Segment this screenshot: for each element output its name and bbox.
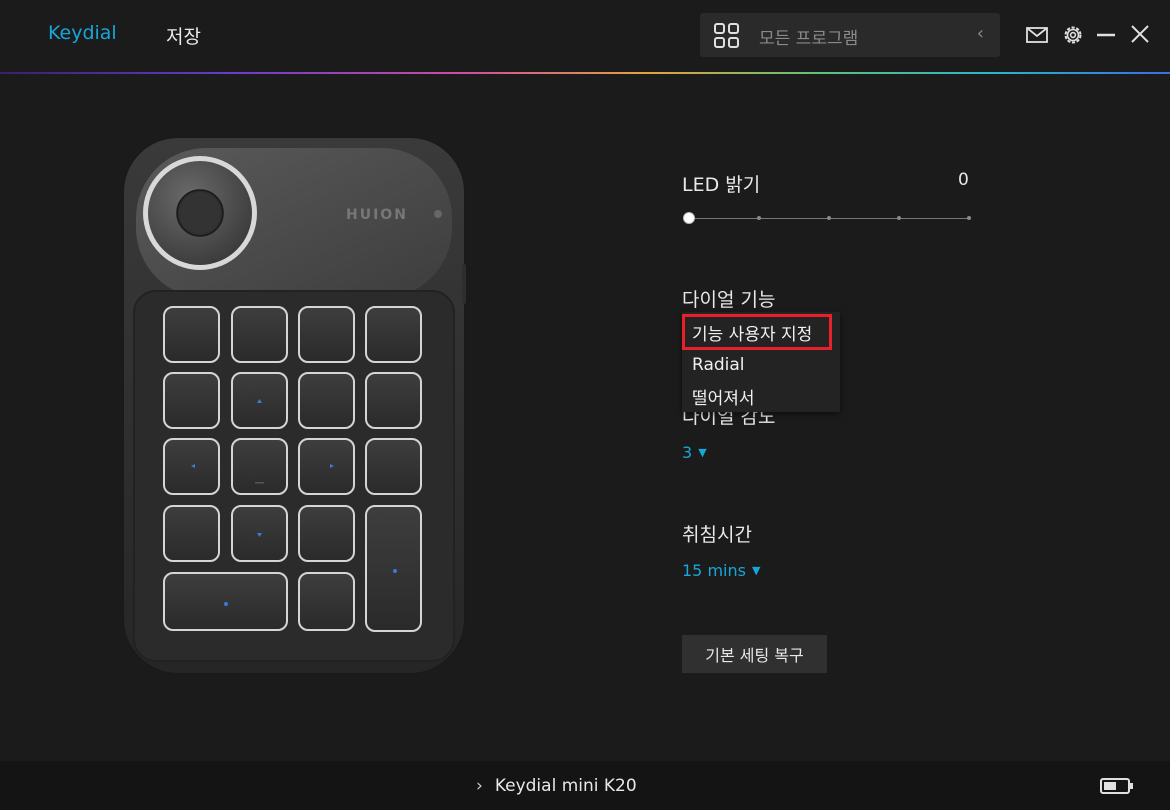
slider-tick	[827, 216, 831, 220]
close-icon[interactable]	[1128, 22, 1154, 48]
grid-icon	[714, 23, 739, 48]
menu-item-radial[interactable]: Radial	[692, 355, 745, 375]
header-gradient-divider	[0, 72, 1170, 74]
slider-thumb[interactable]	[683, 212, 695, 224]
program-selector[interactable]: 모든 프로그램 ‹	[700, 13, 1000, 57]
sleep-time-label: 취침시간	[682, 524, 752, 546]
led-brightness-value: 0	[958, 170, 969, 190]
led-brightness-label: LED 밝기	[682, 174, 761, 196]
dial-sensitivity-value: 3	[682, 443, 693, 462]
dial-function-label: 다이얼 기능	[682, 289, 776, 311]
gear-icon[interactable]	[1060, 22, 1086, 48]
slider-tick	[897, 216, 901, 220]
device-selector[interactable]: › Keydial mini K20	[476, 776, 637, 796]
chevron-left-icon[interactable]: ‹	[977, 23, 984, 44]
huion-logo: HUION	[346, 207, 408, 223]
battery-icon	[1100, 778, 1133, 794]
slider-tick	[967, 216, 971, 220]
dial-function-menu: 기능 사용자 지정 Radial 떨어져서	[682, 312, 840, 412]
reset-defaults-button[interactable]: 기본 세팅 복구	[682, 635, 827, 673]
sleep-time-dropdown[interactable]: 15 mins ▼	[682, 561, 760, 580]
tab-keydial[interactable]: Keydial	[48, 22, 117, 44]
slider-tick	[757, 216, 761, 220]
sleep-time-value: 15 mins	[682, 561, 746, 580]
menu-item-off[interactable]: 떨어져서	[692, 384, 755, 409]
keydial-device-image: HUION	[122, 136, 466, 675]
led-brightness-slider[interactable]	[683, 211, 973, 227]
mail-icon[interactable]	[1024, 22, 1050, 48]
bottom-bar: › Keydial mini K20	[0, 761, 1170, 810]
chevron-right-icon: ›	[476, 776, 483, 796]
caret-down-icon: ▼	[751, 564, 761, 577]
caret-down-icon: ▼	[698, 446, 707, 459]
dial-sensitivity-dropdown[interactable]: 3 ▼	[682, 443, 707, 462]
device-name-label: Keydial mini K20	[494, 776, 637, 796]
program-selector-label: 모든 프로그램	[759, 29, 859, 49]
minimize-icon[interactable]	[1094, 22, 1120, 48]
top-bar: Keydial 저장 모든 프로그램 ‹	[0, 0, 1170, 72]
menu-item-custom-function[interactable]: 기능 사용자 지정	[692, 320, 812, 345]
tab-save[interactable]: 저장	[166, 22, 201, 49]
